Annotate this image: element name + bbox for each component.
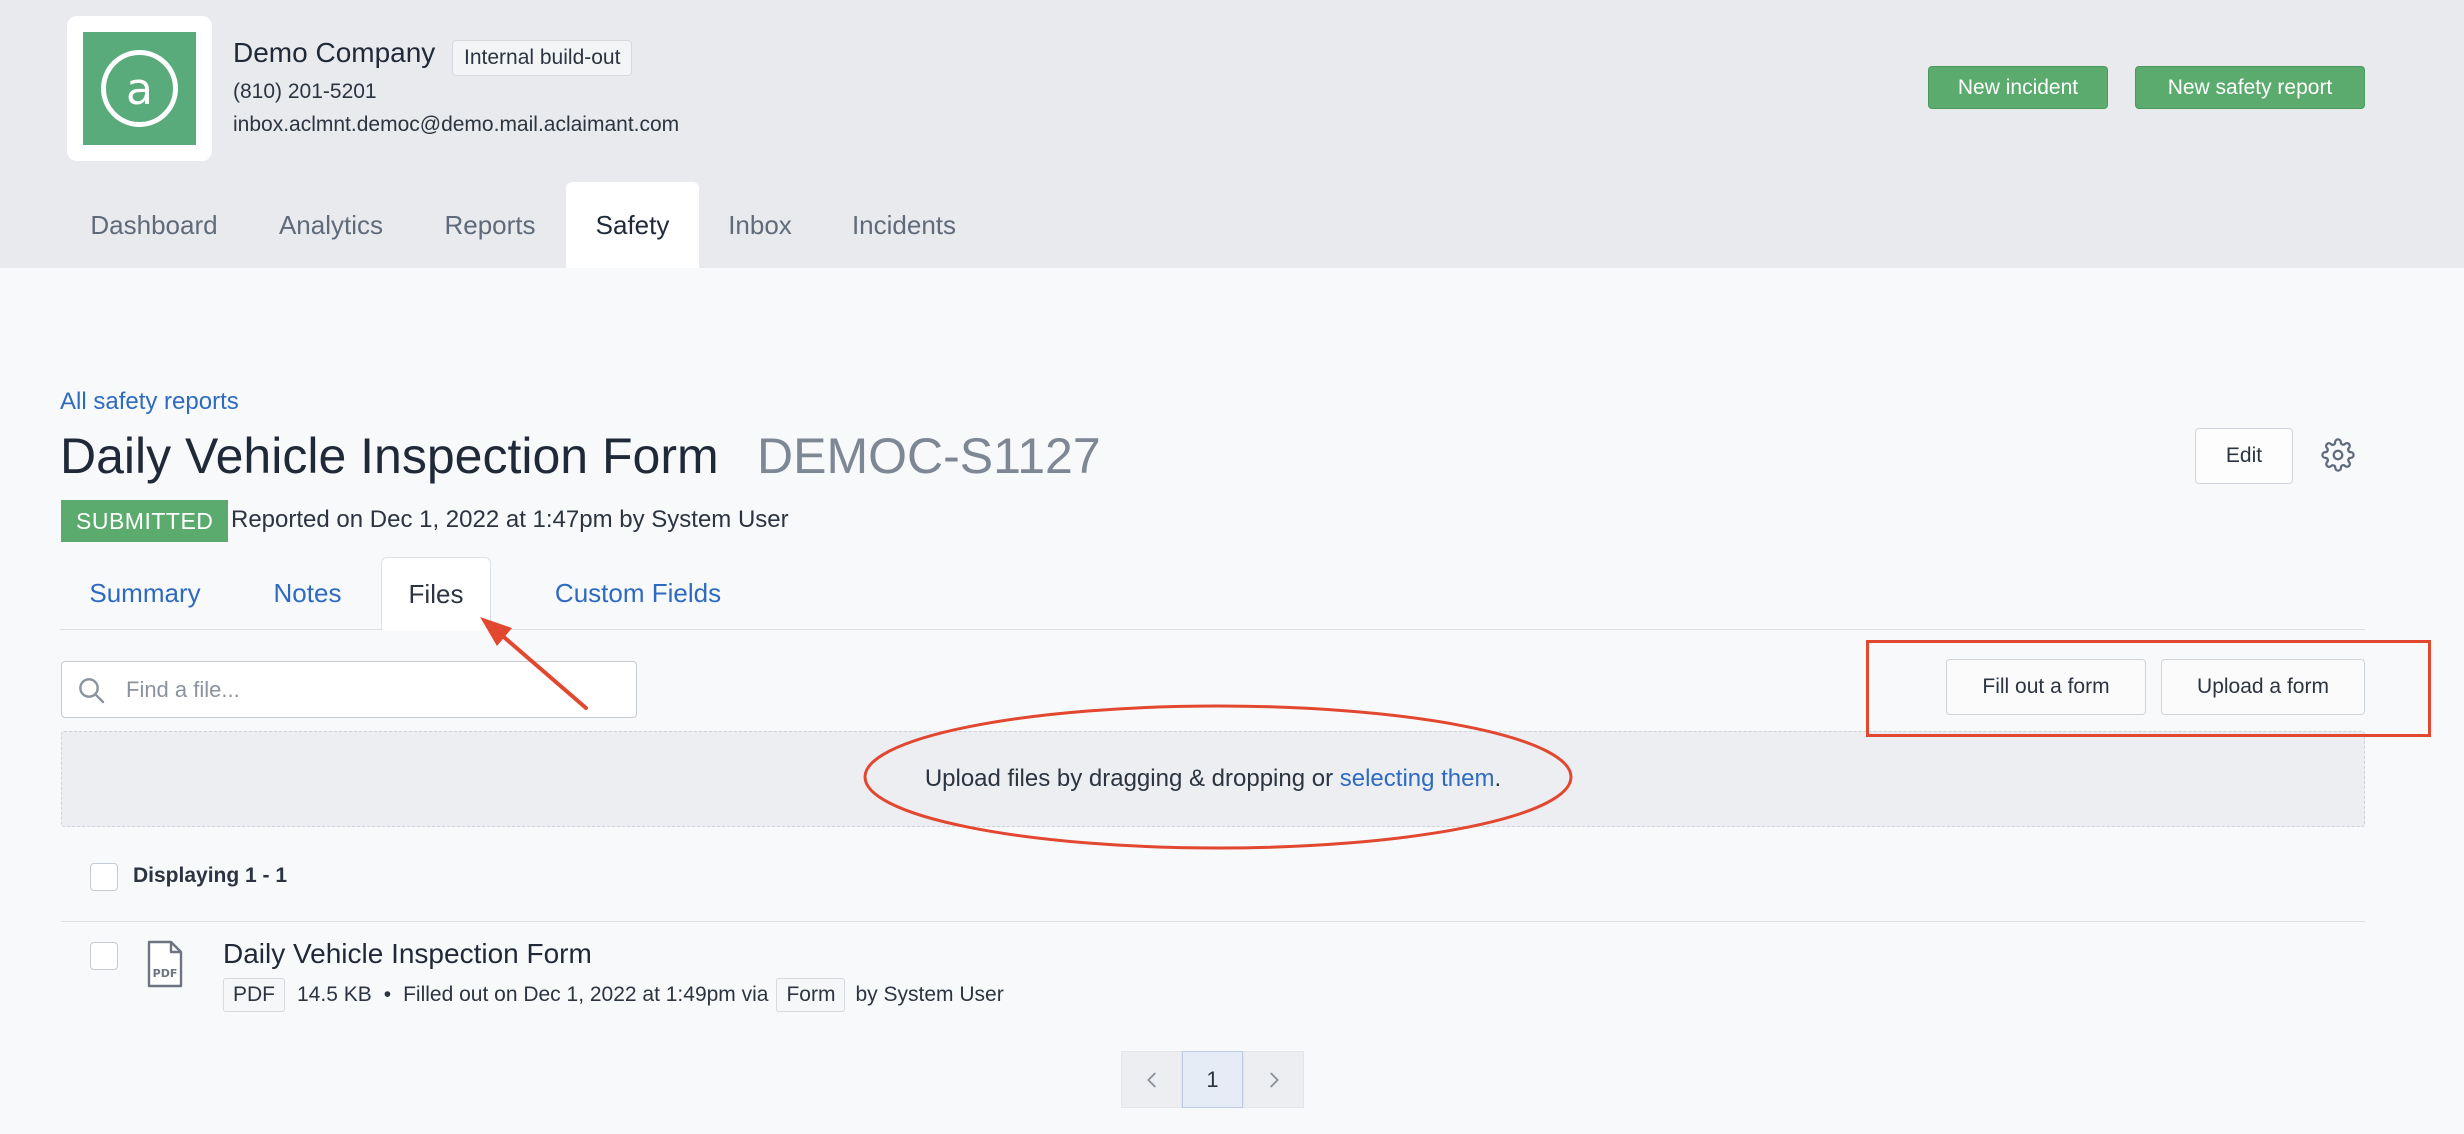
dropzone-end: . — [1494, 765, 1502, 792]
report-id: DEMOC-S1127 — [757, 428, 1101, 484]
page-title: Daily Vehicle Inspection Form — [60, 428, 719, 484]
file-row-checkbox[interactable] — [90, 942, 118, 970]
displaying-count: Displaying 1 - 1 — [133, 864, 288, 887]
file-meta: PDF 14.5 KB • Filled out on Dec 1, 2022 … — [223, 978, 1004, 1012]
file-type-tag: PDF — [223, 978, 285, 1012]
breadcrumb-all-safety-reports[interactable]: All safety reports — [60, 388, 239, 416]
gear-icon[interactable] — [2321, 438, 2355, 472]
status-badge: SUBMITTED — [61, 500, 229, 542]
report-subtabs: Summary Notes Files Custom Fields — [60, 557, 2365, 631]
meta-bullet: • — [383, 983, 392, 1006]
company-name: Demo Company — [233, 37, 436, 68]
edit-button[interactable]: Edit — [2195, 428, 2293, 484]
company-logo[interactable]: a — [67, 16, 212, 161]
nav-tab-reports[interactable]: Reports — [425, 182, 555, 268]
svg-text:a: a — [126, 64, 153, 115]
company-email: inbox.aclmnt.democ@demo.mail.aclaimant.c… — [233, 113, 680, 136]
chevron-right-icon — [1269, 1072, 1279, 1087]
select-all-checkbox[interactable] — [90, 863, 118, 891]
next-page-button[interactable] — [1243, 1051, 1304, 1108]
company-phone: (810) 201-5201 — [233, 80, 377, 103]
file-via-tag: Form — [776, 978, 846, 1012]
file-search-input[interactable] — [126, 672, 616, 708]
nav-tab-inbox[interactable]: Inbox — [713, 182, 807, 268]
file-dropzone[interactable]: Upload files by dragging & dropping or s… — [61, 731, 2365, 827]
annotation-rectangle — [1866, 640, 2431, 737]
nav-tab-incidents[interactable]: Incidents — [830, 182, 978, 268]
tab-summary[interactable]: Summary — [60, 557, 230, 630]
main-nav: Dashboard Analytics Reports Safety Inbox… — [0, 182, 2464, 268]
list-divider — [61, 921, 2365, 922]
tab-files[interactable]: Files — [381, 557, 491, 631]
build-badge: Internal build-out — [452, 40, 633, 76]
nav-tab-safety[interactable]: Safety — [566, 182, 699, 268]
file-author: by System User — [855, 983, 1004, 1006]
nav-tab-dashboard[interactable]: Dashboard — [67, 182, 241, 268]
pdf-file-icon: PDF — [147, 940, 183, 988]
nav-tab-analytics[interactable]: Analytics — [258, 182, 404, 268]
file-filled-text: Filled out on Dec 1, 2022 at 1:49pm via — [403, 983, 769, 1006]
file-title[interactable]: Daily Vehicle Inspection Form — [223, 938, 592, 970]
chevron-left-icon — [1146, 1072, 1156, 1087]
pagination: 1 — [1121, 1051, 1304, 1108]
file-size: 14.5 KB — [297, 983, 372, 1006]
tab-custom-fields[interactable]: Custom Fields — [508, 557, 768, 630]
new-safety-report-button[interactable]: New safety report — [2135, 66, 2365, 109]
file-search-box — [61, 661, 637, 718]
at-sign-icon: a — [83, 32, 196, 145]
new-incident-button[interactable]: New incident — [1928, 66, 2108, 109]
page-1-button[interactable]: 1 — [1182, 1051, 1243, 1108]
reported-line: Reported on Dec 1, 2022 at 1:47pm by Sys… — [231, 506, 789, 533]
search-icon — [79, 678, 105, 704]
svg-text:PDF: PDF — [153, 967, 178, 980]
app-header: a Demo Company Internal build-out (810) … — [0, 0, 2464, 268]
tab-notes[interactable]: Notes — [240, 557, 375, 630]
dropzone-select-link[interactable]: selecting them — [1340, 765, 1495, 792]
prev-page-button[interactable] — [1121, 1051, 1182, 1108]
dropzone-text: Upload files by dragging & dropping or — [924, 765, 1340, 792]
